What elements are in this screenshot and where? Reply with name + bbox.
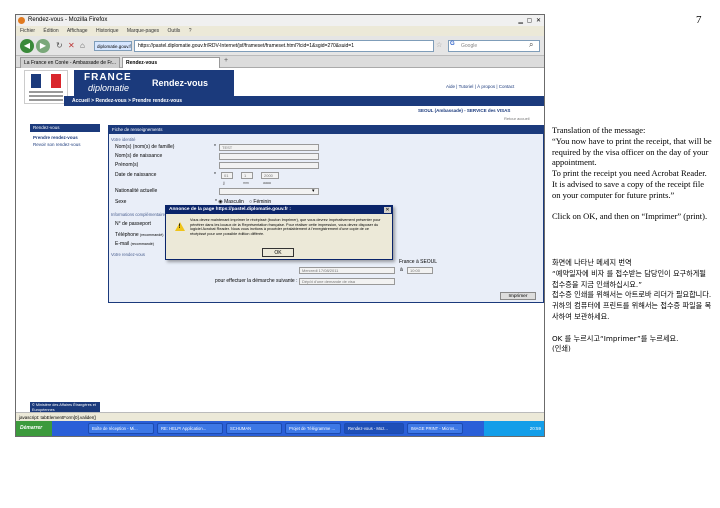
task-schuman[interactable]: SCHUMAN [226,423,282,434]
tab-rendez-vous[interactable]: Rendez-vous [122,57,220,68]
translation-korean: 화면에 나타난 메세지 번역 “예약일자에 비자 를 접수받는 담당인이 요구하… [552,258,712,354]
ministry-footer: © Ministère des Affaires Étrangères et E… [30,402,100,412]
chevron-down-icon[interactable]: ▾ [312,188,315,194]
breadcrumb[interactable]: Accueil > Rendez-vous > Prendre rendez-v… [64,96,544,106]
section-info: Informations complémentaires [111,212,168,217]
rdv-time-label: à [400,267,403,273]
status-bar: javascript: tabElementForm[0].valider() [16,412,544,421]
navigation-toolbar: ◀ ▶ ↻ ✕ ⌂ diplomatie.gouv.fr https://pas… [16,36,544,56]
retour-accueil-link[interactable]: Retour accueil [504,116,530,121]
dob-hint-day: jj [223,181,225,185]
sidebar: Rendez-vous Prendre rendez-vous Revoir s… [30,124,100,412]
task-inbox[interactable]: Boîte de réception - Mi... [88,423,154,434]
site-identity-badge[interactable]: diplomatie.gouv.fr [94,41,132,51]
dob-year-input[interactable]: 2000 [261,172,279,179]
brand-banner: FRANCE diplomatie Rendez-vous [74,70,234,96]
start-button[interactable]: Démarrer [16,421,52,436]
alert-dialog: Annonce de la page https://pastel.diplom… [165,205,393,260]
brand-diplomatie: diplomatie [88,83,130,93]
consulate-label: SEOUL (Ambassade) - SERVICE des VISAS [418,108,511,113]
forward-icon[interactable]: ▶ [36,39,50,53]
nom-label: Nom(s) (nom(s) de famille) [115,144,175,150]
rdv-place: France à SEOUL [399,259,438,265]
purpose-value: Dépôt d'une demande de visa [299,278,395,285]
republic-logo [24,70,68,104]
menu-affichage[interactable]: Affichage [67,28,88,34]
task-telegramme[interactable]: Projet de Télégramme ... [285,423,341,434]
url-bar[interactable]: https://pastel.diplomatie.gouv.fr/RDV-In… [134,40,434,52]
window-titlebar: Rendez-vous - Mozilla Firefox ▁ ▢ ✕ [16,15,544,26]
imprimer-button[interactable]: Imprimer [500,292,536,300]
email-label: E-mail (recommandé) [115,241,154,247]
page-number: 7 [696,14,702,26]
menu-historique[interactable]: Historique [96,28,119,34]
brand-france: FRANCE [84,72,132,83]
purpose-label: pour effectuer la démarche suivante : [215,278,298,284]
passport-label: N° de passeport [115,221,151,227]
clock: 20:59 [529,426,541,431]
menu-aide[interactable]: ? [189,28,192,34]
dob-month-input[interactable]: 1 [241,172,253,179]
ok-button[interactable]: OK [262,248,294,257]
site-header: FRANCE diplomatie Rendez-vous Aide | Tut… [16,68,544,108]
section-rdv: Votre rendez-vous [111,252,145,257]
tab-ambassade[interactable]: La France en Corée - Ambassade de Fr... [20,57,120,68]
task-help[interactable]: RE: HELP! Application... [157,423,223,434]
dialog-title: Annonce de la page https://pastel.diplom… [166,206,392,214]
dob-label: Date de naissance [115,172,157,178]
nom-naissance-label: Nom(s) de naissance [115,153,163,159]
windows-taskbar: Démarrer Boîte de réception - Mi... RE: … [16,421,544,436]
stop-icon[interactable]: ✕ [68,41,75,50]
menu-fichier[interactable]: Fichier [20,28,35,34]
dob-hint-month: mm [243,181,249,185]
page-content: FRANCE diplomatie Rendez-vous Aide | Tut… [16,68,544,412]
menu-outils[interactable]: Outils [168,28,181,34]
firefox-icon [18,17,25,24]
search-bar[interactable]: Google [448,40,540,52]
tab-strip: La France en Corée - Ambassade de Fr... … [16,56,544,68]
nationality-select[interactable] [219,188,319,195]
top-links[interactable]: Aide | Tutoriel | À propos | Contact [446,84,514,89]
window-title: Rendez-vous - Mozilla Firefox [28,17,108,23]
system-tray: 20:59 [484,421,544,436]
nom-input[interactable]: TEST [219,144,319,151]
sidebar-item-revoir[interactable]: Revoir son rendez-vous [33,142,81,147]
search-icon[interactable]: ⌕ [529,40,533,50]
star-icon[interactable]: ☆ [436,41,442,49]
browser-window: Rendez-vous - Mozilla Firefox ▁ ▢ ✕ Fich… [15,14,545,437]
section-identity: Votre identité [111,137,136,142]
prenom-label: Prénom(s) [115,162,139,168]
google-icon: G [450,41,455,47]
dob-hint-year: aaaa [263,181,271,185]
sex-label: Sexe [115,199,127,205]
back-icon[interactable]: ◀ [20,39,34,53]
menu-marque-pages[interactable]: Marque-pages [127,28,159,34]
task-rendez-vous[interactable]: Rendez-vous - Moz... [344,423,404,434]
reload-icon[interactable]: ↻ [56,41,63,50]
sidebar-item-prendre[interactable]: Prendre rendez-vous [33,135,78,140]
new-tab-icon[interactable]: + [224,57,228,64]
sidebar-heading: Rendez-vous [30,124,100,132]
rdv-time: 10:00 [407,267,433,274]
dialog-message: Vous devez maintenant imprimer le récépi… [190,218,381,236]
form-title: Fiche de renseignements [109,126,544,134]
nationality-label: Nationalité actuelle [115,188,158,194]
nom-naissance-input[interactable] [219,153,319,160]
prenom-input[interactable] [219,162,319,169]
translation-english: Translation of the message: “You now hav… [552,125,712,222]
dob-day-input[interactable]: 01 [221,172,233,179]
home-icon[interactable]: ⌂ [80,41,85,50]
brand-section: Rendez-vous [152,78,209,88]
rdv-date: Mercredi 17/08/2011 [299,267,395,274]
flag-icon [31,74,61,88]
menu-edition[interactable]: Édition [43,28,58,34]
dialog-close-icon[interactable]: ✕ [384,207,391,213]
phone-label: Téléphone (recommandé) [115,232,164,238]
task-image-print[interactable]: IMAGE PRINT - Micros... [407,423,463,434]
menu-bar: Fichier Édition Affichage Historique Mar… [16,26,544,36]
